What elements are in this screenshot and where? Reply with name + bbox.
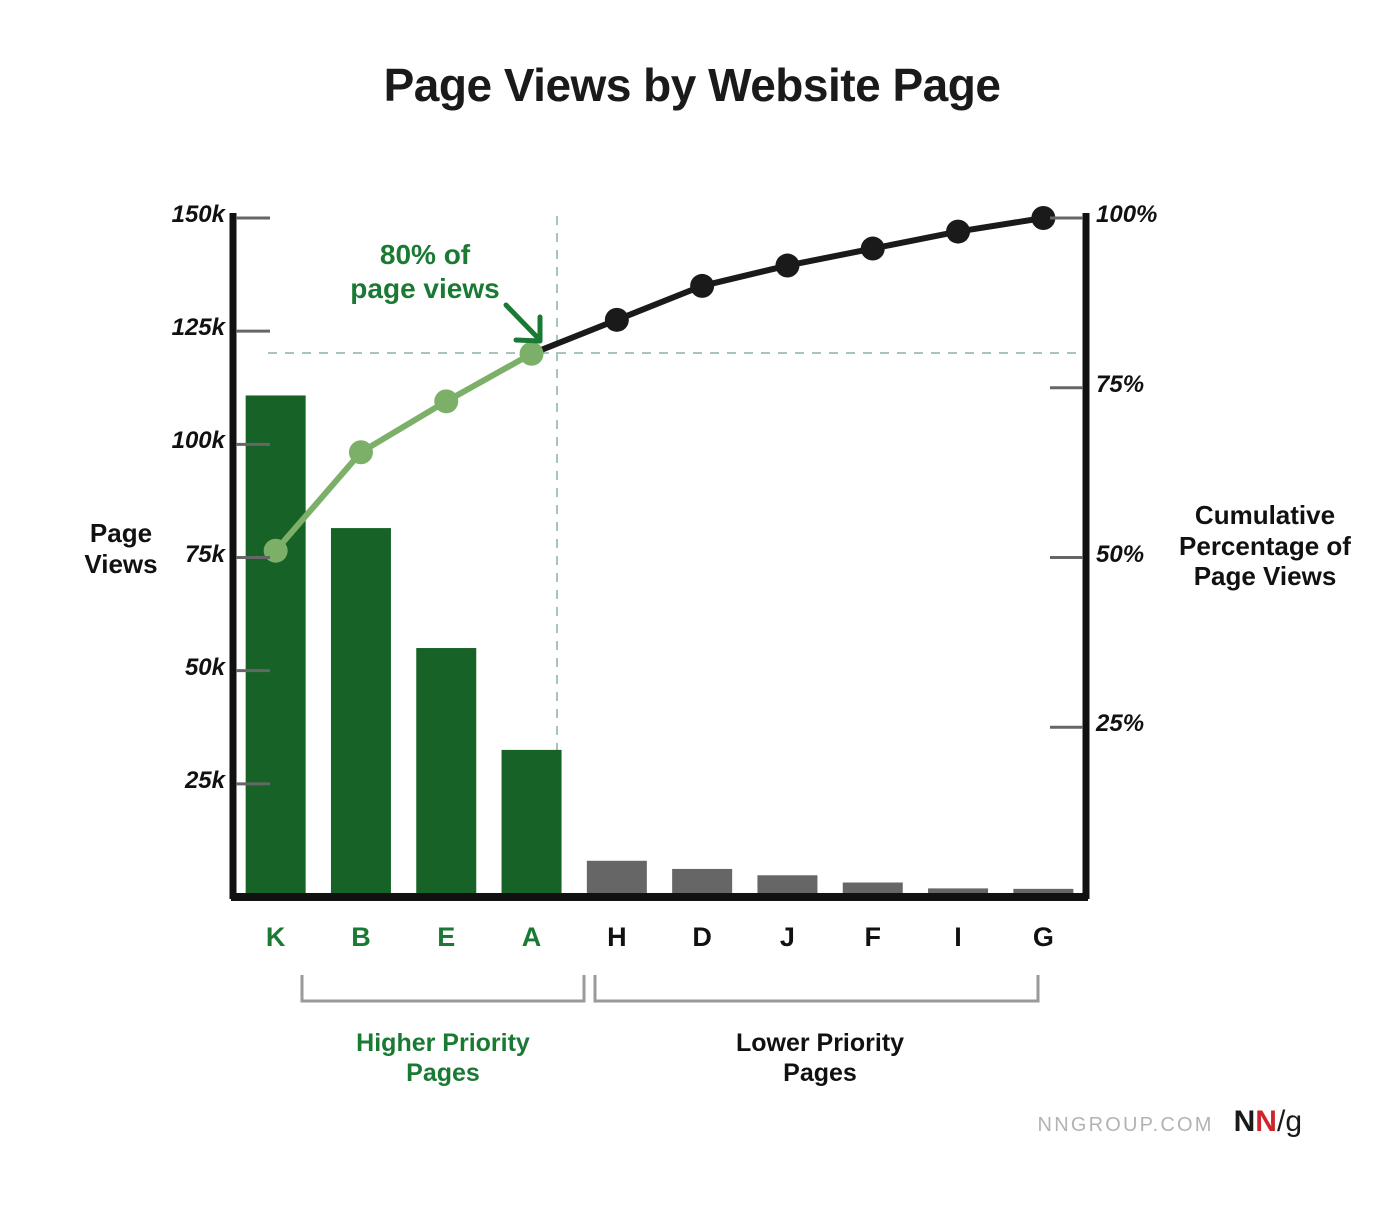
y-axis-right-ticks xyxy=(1050,216,1083,729)
bar-a xyxy=(501,749,562,897)
x-axis-label-d: D xyxy=(692,922,712,952)
y-axis-right-tick-label: 25% xyxy=(1096,710,1145,738)
y-axis-left-tick-label: 50k xyxy=(184,653,225,681)
x-axis-label-e: E xyxy=(437,922,456,952)
cumulative-point-k xyxy=(263,538,288,563)
cumulative-point-f xyxy=(860,236,885,261)
y-axis-left-tick-label: 150k xyxy=(171,201,225,228)
x-axis-label-j: J xyxy=(779,922,795,952)
x-axis-label-g: G xyxy=(1032,922,1054,952)
cumulative-line-series xyxy=(263,206,1056,563)
cumulative-point-a xyxy=(519,341,544,366)
nngroup-url-text: NNGROUP.COM xyxy=(1037,1114,1214,1136)
bar-h xyxy=(586,860,647,897)
cumulative-point-b xyxy=(348,440,373,465)
cumulative-line-segment xyxy=(272,350,535,554)
cumulative-point-h xyxy=(604,307,629,332)
mark-g: g xyxy=(1285,1105,1302,1138)
x-axis-label-f: F xyxy=(864,922,882,952)
bar-d xyxy=(672,868,733,897)
x-axis-label-k: K xyxy=(265,922,286,952)
annotation-arrow-icon xyxy=(503,302,543,344)
y-axis-left-tick-label: 75k xyxy=(184,540,225,568)
cumulative-point-j xyxy=(775,253,800,278)
bracket-lower-priority xyxy=(593,975,1040,1003)
y-axis-right-tick-label: 50% xyxy=(1096,540,1145,568)
nng-logo: NNGROUP.COM NN/g xyxy=(1038,1105,1302,1139)
y-axis-left-tick-label: 100k xyxy=(171,427,225,455)
mark-n-red: N xyxy=(1255,1105,1277,1138)
y-axis-left-tick-label: 25k xyxy=(184,766,225,794)
pareto-chart: Page Views by Website Page Page Views Cu… xyxy=(0,0,1384,1211)
y-axis-right-tick-label: 75% xyxy=(1096,370,1145,398)
x-axis-label-b: B xyxy=(351,922,371,952)
x-axis-label-h: H xyxy=(607,922,627,952)
plot-area xyxy=(229,206,1090,1003)
cumulative-point-i xyxy=(946,219,971,244)
bar-b xyxy=(330,528,391,897)
y-axis-left-tick-label: 125k xyxy=(171,314,225,342)
mark-n-black: N xyxy=(1233,1105,1256,1138)
nng-wordmark: NN/g xyxy=(1234,1105,1302,1139)
cumulative-point-d xyxy=(690,273,715,298)
bracket-higher-priority xyxy=(300,975,586,1003)
bar-series xyxy=(245,395,1074,897)
x-axis-label-a: A xyxy=(521,922,542,952)
cumulative-point-e xyxy=(434,389,459,414)
y-axis-right-tick-label: 100% xyxy=(1096,201,1158,228)
bar-e xyxy=(416,648,477,897)
x-axis-label-i: I xyxy=(954,922,962,952)
bar-k xyxy=(245,395,306,897)
y-axis-right xyxy=(1050,213,1090,899)
